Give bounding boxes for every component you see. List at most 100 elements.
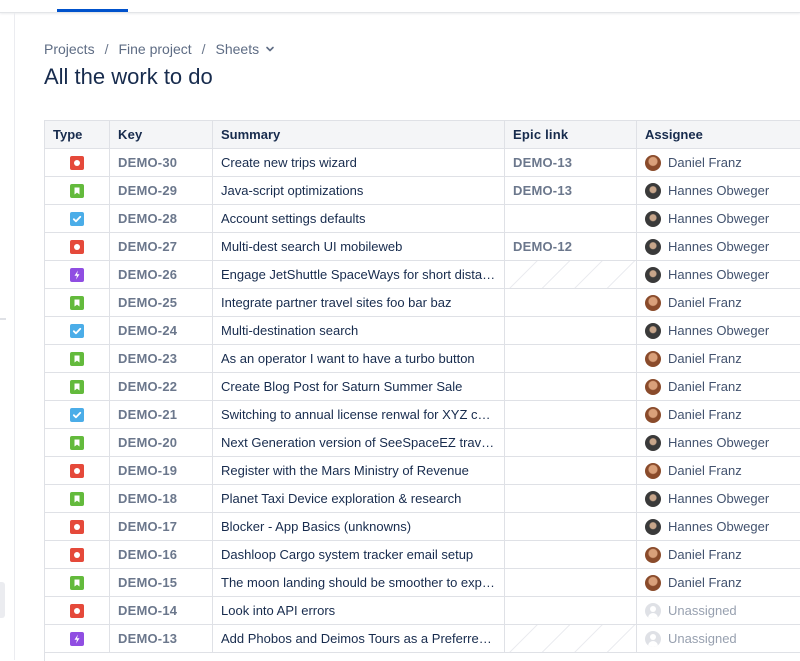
cell-type[interactable] bbox=[45, 625, 110, 652]
cell-summary[interactable]: The moon landing should be smoother to e… bbox=[213, 569, 505, 596]
table-row[interactable]: DEMO-25 Integrate partner travel sites fo… bbox=[45, 289, 800, 317]
cell-epic-link[interactable]: DEMO-12 bbox=[505, 233, 637, 260]
cell-epic-link[interactable] bbox=[505, 317, 637, 344]
cell-type[interactable] bbox=[45, 205, 110, 232]
cell-summary[interactable]: Account settings defaults bbox=[213, 205, 505, 232]
table-row[interactable]: DEMO-18 Planet Taxi Device exploration & … bbox=[45, 485, 800, 513]
cell-type[interactable] bbox=[45, 317, 110, 344]
cell-assignee[interactable]: Unassigned bbox=[637, 625, 800, 652]
cell-assignee[interactable]: Daniel Franz bbox=[637, 401, 800, 428]
cell-key[interactable]: DEMO-21 bbox=[110, 401, 213, 428]
cell-type[interactable] bbox=[45, 485, 110, 512]
cell-key[interactable]: DEMO-14 bbox=[110, 597, 213, 624]
cell-key[interactable]: DEMO-23 bbox=[110, 345, 213, 372]
cell-type[interactable] bbox=[45, 373, 110, 400]
cell-type[interactable] bbox=[45, 401, 110, 428]
sidebar-collapse-handle[interactable] bbox=[0, 582, 5, 618]
cell-assignee[interactable]: Hannes Obweger bbox=[637, 485, 800, 512]
cell-key[interactable]: DEMO-15 bbox=[110, 569, 213, 596]
cell-epic-link[interactable] bbox=[505, 625, 637, 652]
cell-epic-link[interactable] bbox=[505, 429, 637, 456]
cell-key[interactable]: DEMO-18 bbox=[110, 485, 213, 512]
table-row[interactable]: DEMO-14 Look into API errors Unassigned bbox=[45, 597, 800, 625]
cell-epic-link[interactable] bbox=[505, 485, 637, 512]
table-row[interactable]: DEMO-21 Switching to annual license renwa… bbox=[45, 401, 800, 429]
cell-type[interactable] bbox=[45, 261, 110, 288]
table-row[interactable]: DEMO-29 Java-script optimizations DEMO-13 H… bbox=[45, 177, 800, 205]
cell-type[interactable] bbox=[45, 233, 110, 260]
cell-assignee[interactable]: Daniel Franz bbox=[637, 457, 800, 484]
cell-assignee[interactable]: Daniel Franz bbox=[637, 149, 800, 176]
table-row[interactable]: DEMO-16 Dashloop Cargo system tracker ema… bbox=[45, 541, 800, 569]
table-row[interactable]: DEMO-17 Blocker - App Basics (unknowns) Ha… bbox=[45, 513, 800, 541]
cell-summary[interactable]: As an operator I want to have a turbo bu… bbox=[213, 345, 505, 372]
cell-key[interactable]: DEMO-19 bbox=[110, 457, 213, 484]
cell-type[interactable] bbox=[45, 569, 110, 596]
cell-assignee[interactable]: Hannes Obweger bbox=[637, 513, 800, 540]
cell-epic-link[interactable] bbox=[505, 205, 637, 232]
breadcrumb-fine-project[interactable]: Fine project bbox=[118, 41, 191, 57]
cell-summary[interactable]: Create Blog Post for Saturn Summer Sale bbox=[213, 373, 505, 400]
cell-key[interactable]: DEMO-16 bbox=[110, 541, 213, 568]
table-row[interactable]: DEMO-19 Register with the Mars Ministry o… bbox=[45, 457, 800, 485]
cell-summary[interactable]: Multi-destination search bbox=[213, 317, 505, 344]
table-row[interactable]: DEMO-20 Next Generation version of SeeSpa… bbox=[45, 429, 800, 457]
cell-summary[interactable]: Dashloop Cargo system tracker email setu… bbox=[213, 541, 505, 568]
column-header-key[interactable]: Key bbox=[110, 121, 213, 148]
cell-summary[interactable]: Register with the Mars Ministry of Reven… bbox=[213, 457, 505, 484]
cell-epic-link[interactable]: DEMO-13 bbox=[505, 177, 637, 204]
breadcrumb-sheets[interactable]: Sheets bbox=[216, 41, 260, 57]
chevron-down-icon[interactable] bbox=[265, 44, 275, 54]
cell-summary[interactable]: Planet Taxi Device exploration & researc… bbox=[213, 485, 505, 512]
column-header-assignee[interactable]: Assignee bbox=[637, 121, 800, 148]
cell-type[interactable] bbox=[45, 429, 110, 456]
cell-type[interactable] bbox=[45, 457, 110, 484]
column-header-type[interactable]: Type bbox=[45, 121, 110, 148]
table-row[interactable]: DEMO-15 The moon landing should be smooth… bbox=[45, 569, 800, 597]
cell-epic-link[interactable] bbox=[505, 541, 637, 568]
cell-epic-link[interactable] bbox=[505, 401, 637, 428]
table-row[interactable]: DEMO-30 Create new trips wizard DEMO-13 Dan… bbox=[45, 149, 800, 177]
column-header-epic-link[interactable]: Epic link bbox=[505, 121, 637, 148]
cell-epic-link[interactable] bbox=[505, 457, 637, 484]
cell-assignee[interactable]: Hannes Obweger bbox=[637, 317, 800, 344]
cell-summary[interactable]: Switching to annual license renwal for X… bbox=[213, 401, 505, 428]
cell-key[interactable]: DEMO-20 bbox=[110, 429, 213, 456]
cell-summary[interactable]: Blocker - App Basics (unknowns) bbox=[213, 513, 505, 540]
cell-summary[interactable]: Next Generation version of SeeSpaceEZ tr… bbox=[213, 429, 505, 456]
cell-assignee[interactable]: Hannes Obweger bbox=[637, 261, 800, 288]
cell-key[interactable]: DEMO-17 bbox=[110, 513, 213, 540]
cell-key[interactable]: DEMO-29 bbox=[110, 177, 213, 204]
cell-assignee[interactable]: Daniel Franz bbox=[637, 345, 800, 372]
cell-key[interactable]: DEMO-30 bbox=[110, 149, 213, 176]
table-row[interactable]: DEMO-24 Multi-destination search Hannes Ob… bbox=[45, 317, 800, 345]
cell-assignee[interactable]: Daniel Franz bbox=[637, 373, 800, 400]
table-row[interactable]: DEMO-22 Create Blog Post for Saturn Summe… bbox=[45, 373, 800, 401]
cell-summary[interactable]: Multi-dest search UI mobileweb bbox=[213, 233, 505, 260]
cell-assignee[interactable]: Hannes Obweger bbox=[637, 429, 800, 456]
cell-key[interactable]: DEMO-28 bbox=[110, 205, 213, 232]
cell-key[interactable]: DEMO-13 bbox=[110, 625, 213, 652]
cell-type[interactable] bbox=[45, 597, 110, 624]
cell-epic-link[interactable] bbox=[505, 569, 637, 596]
cell-key[interactable]: DEMO-22 bbox=[110, 373, 213, 400]
cell-type[interactable] bbox=[45, 149, 110, 176]
cell-summary[interactable]: Java-script optimizations bbox=[213, 177, 505, 204]
table-row[interactable]: DEMO-23 As an operator I want to have a t… bbox=[45, 345, 800, 373]
cell-summary[interactable]: Add Phobos and Deimos Tours as a Preferr… bbox=[213, 625, 505, 652]
cell-type[interactable] bbox=[45, 541, 110, 568]
table-row[interactable]: DEMO-28 Account settings defaults Hannes O… bbox=[45, 205, 800, 233]
cell-summary[interactable]: Engage JetShuttle SpaceWays for short di… bbox=[213, 261, 505, 288]
cell-key[interactable]: DEMO-25 bbox=[110, 289, 213, 316]
cell-assignee[interactable]: Hannes Obweger bbox=[637, 177, 800, 204]
cell-summary[interactable]: Look into API errors bbox=[213, 597, 505, 624]
cell-epic-link[interactable] bbox=[505, 597, 637, 624]
cell-type[interactable] bbox=[45, 345, 110, 372]
cell-assignee[interactable]: Hannes Obweger bbox=[637, 205, 800, 232]
cell-type[interactable] bbox=[45, 289, 110, 316]
cell-key[interactable]: DEMO-24 bbox=[110, 317, 213, 344]
cell-summary[interactable]: Create new trips wizard bbox=[213, 149, 505, 176]
cell-epic-link[interactable] bbox=[505, 345, 637, 372]
table-row[interactable]: DEMO-27 Multi-dest search UI mobileweb DEM… bbox=[45, 233, 800, 261]
cell-epic-link[interactable]: DEMO-13 bbox=[505, 149, 637, 176]
